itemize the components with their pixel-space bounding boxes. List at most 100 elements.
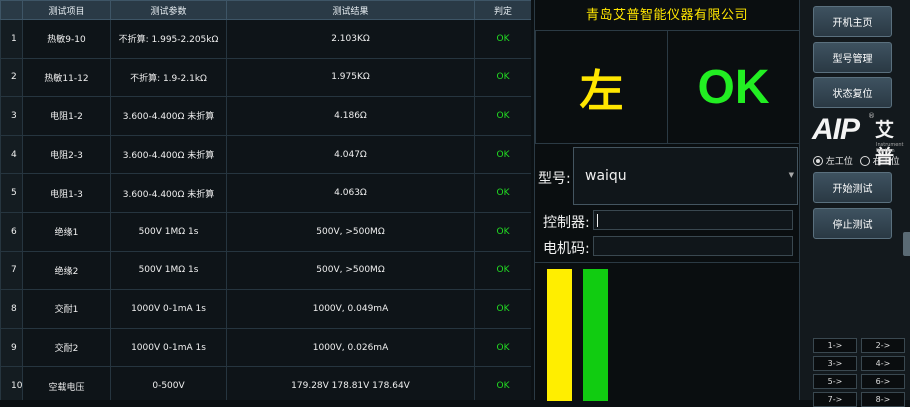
model-value: waiqu [585, 168, 627, 184]
step-1-button[interactable]: 1-> [813, 338, 857, 353]
header-index [0, 0, 23, 20]
overall-verdict: OK [697, 60, 770, 114]
control-sidebar: 开机主页 型号管理 状态复位 AIP ® 艾普 Instrument Syste… [800, 0, 910, 407]
step-4-button[interactable]: 4-> [861, 356, 905, 371]
dropdown-arrow-icon[interactable]: ▼ [789, 171, 794, 179]
radio-left-label: 左工位 [825, 157, 853, 167]
table-row[interactable]: 10 空载电压 0-500V 179.28V 178.81V 178.64V O… [0, 366, 531, 400]
model-select[interactable]: waiqu ▼ [573, 147, 798, 205]
row-param: 不折算: 1.9-2.1kΩ [110, 57, 227, 98]
row-index: 1 [0, 19, 23, 59]
row-index: 8 [0, 289, 23, 329]
row-item: 交耐2 [22, 327, 111, 368]
header-verdict: 判定 [474, 0, 531, 20]
row-result: 4.186Ω [226, 96, 475, 136]
step-2-button[interactable]: 2-> [861, 338, 905, 353]
radio-right-label: 右工位 [872, 157, 900, 167]
row-index: 5 [0, 173, 23, 213]
table-row[interactable]: 9 交耐2 1000V 0-1mA 1s 1000V, 0.026mA OK [0, 327, 531, 368]
row-verdict: OK [474, 366, 531, 400]
row-result: 500V, >500MΩ [226, 250, 475, 291]
table-row[interactable]: 1 热敏9-10 不折算: 1.995-2.205kΩ 2.103KΩ OK [0, 19, 531, 59]
row-verdict: OK [474, 250, 531, 291]
aip-logo: AIP ® 艾普 Instrument System [812, 112, 908, 168]
row-index: 2 [0, 57, 23, 98]
row-index: 3 [0, 96, 23, 136]
row-verdict: OK [474, 289, 531, 329]
row-param: 0-500V [110, 366, 227, 400]
station-side-box: 左 [535, 30, 668, 144]
status-bars [535, 262, 799, 401]
results-table: 测试项目 测试参数 测试结果 判定 1 热敏9-10 不折算: 1.995-2.… [0, 0, 531, 400]
row-result: 1000V, 0.026mA [226, 327, 475, 368]
row-item: 电阻1-3 [22, 173, 111, 213]
status-bar-green [583, 269, 608, 401]
header-item: 测试项目 [22, 0, 111, 20]
table-row[interactable]: 2 热敏11-12 不折算: 1.9-2.1kΩ 1.975KΩ OK [0, 57, 531, 98]
row-param: 3.600-4.400Ω 未折算 [110, 96, 227, 136]
row-result: 2.103KΩ [226, 19, 475, 59]
row-result: 4.063Ω [226, 173, 475, 213]
header-result: 测试结果 [226, 0, 475, 20]
table-row[interactable]: 5 电阻1-3 3.600-4.400Ω 未折算 4.063Ω OK [0, 173, 531, 213]
row-param: 500V 1MΩ 1s [110, 211, 227, 252]
row-verdict: OK [474, 96, 531, 136]
overall-verdict-box: OK [667, 30, 800, 144]
table-row[interactable]: 7 绝缘2 500V 1MΩ 1s 500V, >500MΩ OK [0, 250, 531, 291]
logo-aip-text: AIP [812, 113, 860, 146]
table-row[interactable]: 8 交耐1 1000V 0-1mA 1s 1000V, 0.049mA OK [0, 289, 531, 329]
model-manage-button[interactable]: 型号管理 [813, 42, 892, 73]
sidebar-edge-handle[interactable] [903, 232, 910, 256]
registered-icon: ® [868, 112, 875, 120]
controller-input[interactable] [593, 210, 793, 230]
table-row[interactable]: 6 绝缘1 500V 1MΩ 1s 500V, >500MΩ OK [0, 211, 531, 252]
row-verdict: OK [474, 19, 531, 59]
start-test-button[interactable]: 开始测试 [813, 172, 892, 203]
row-param: 500V 1MΩ 1s [110, 250, 227, 291]
reset-status-button[interactable]: 状态复位 [813, 77, 892, 108]
station-radio-group: 左工位 右工位 [813, 154, 910, 167]
station-side-indicator: 左 [579, 66, 624, 117]
text-caret [597, 214, 598, 227]
row-item: 热敏11-12 [22, 57, 111, 98]
step-3-button[interactable]: 3-> [813, 356, 857, 371]
step-6-button[interactable]: 6-> [861, 374, 905, 389]
home-button[interactable]: 开机主页 [813, 6, 892, 37]
row-index: 7 [0, 250, 23, 291]
row-item: 绝缘2 [22, 250, 111, 291]
row-verdict: OK [474, 211, 531, 252]
row-index: 10 [0, 366, 23, 400]
company-title: 青岛艾普智能仪器有限公司 [585, 8, 748, 23]
motor-code-input[interactable] [593, 236, 793, 256]
row-param: 1000V 0-1mA 1s [110, 327, 227, 368]
controller-label: 控制器: [543, 215, 590, 231]
row-param: 不折算: 1.995-2.205kΩ [110, 19, 227, 59]
row-verdict: OK [474, 173, 531, 213]
row-result: 179.28V 178.81V 178.64V [226, 366, 475, 400]
table-row[interactable]: 3 电阻1-2 3.600-4.400Ω 未折算 4.186Ω OK [0, 96, 531, 136]
table-row[interactable]: 4 电阻2-3 3.600-4.400Ω 未折算 4.047Ω OK [0, 134, 531, 175]
status-panel: 青岛艾普智能仪器有限公司 左 OK 型号: waiqu ▼ 控制器: 电机码: [534, 0, 800, 401]
logo-subtitle: Instrument System [876, 142, 904, 154]
motor-code-label: 电机码: [543, 241, 590, 257]
row-item: 空载电压 [22, 366, 111, 400]
header-param: 测试参数 [110, 0, 227, 20]
row-item: 电阻1-2 [22, 96, 111, 136]
radio-right-station[interactable] [859, 155, 870, 166]
model-label: 型号: [538, 171, 571, 187]
row-verdict: OK [474, 134, 531, 175]
row-result: 500V, >500MΩ [226, 211, 475, 252]
stop-test-button[interactable]: 停止测试 [813, 208, 892, 239]
row-item: 热敏9-10 [22, 19, 111, 59]
row-result: 1.975KΩ [226, 57, 475, 98]
step-5-button[interactable]: 5-> [813, 374, 857, 389]
row-item: 电阻2-3 [22, 134, 111, 175]
radio-left-station[interactable] [813, 155, 823, 166]
row-index: 9 [0, 327, 23, 368]
results-table-panel: 测试项目 测试参数 测试结果 判定 1 热敏9-10 不折算: 1.995-2.… [0, 0, 531, 400]
row-item: 绝缘1 [22, 211, 111, 252]
row-param: 3.600-4.400Ω 未折算 [110, 134, 227, 175]
row-result: 1000V, 0.049mA [226, 289, 475, 329]
status-bar-yellow [547, 269, 572, 401]
row-item: 交耐1 [22, 289, 111, 329]
